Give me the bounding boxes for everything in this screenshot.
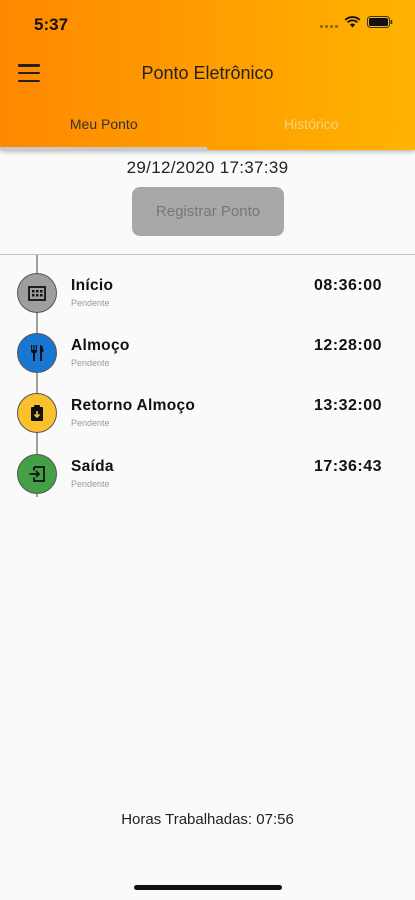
tab-historico[interactable]: Histórico xyxy=(208,104,415,150)
timeline-entry-almoco: Almoço Pendente 12:28:00 xyxy=(0,333,415,393)
status-icons xyxy=(320,16,393,28)
entry-status: Pendente xyxy=(71,479,110,489)
exit-icon xyxy=(17,454,57,494)
entry-status: Pendente xyxy=(71,358,110,368)
tab-indicator xyxy=(0,147,207,150)
battery-icon xyxy=(367,16,393,28)
entry-label: Início xyxy=(71,277,114,294)
entry-label: Retorno Almoço xyxy=(71,397,196,414)
worked-hours: Horas Trabalhadas: 07:56 xyxy=(121,811,294,828)
restaurant-icon xyxy=(17,333,57,373)
register-button[interactable]: Registrar Ponto xyxy=(132,187,284,236)
timeline-entry-inicio: Início Pendente 08:36:00 xyxy=(0,273,415,333)
timeline-entry-saida: Saída Pendente 17:36:43 xyxy=(0,454,415,514)
entry-time: 08:36:00 xyxy=(313,277,382,294)
page-title: Ponto Eletrônico xyxy=(141,63,274,83)
tab-meu-ponto[interactable]: Meu Ponto xyxy=(0,104,208,150)
entry-status: Pendente xyxy=(71,298,110,308)
timeline-entry-retorno-almoco: Retorno Almoço Pendente 13:32:00 xyxy=(0,393,415,453)
status-time: 5:37 xyxy=(34,15,69,34)
entry-status: Pendente xyxy=(71,418,110,428)
entry-time: 13:32:00 xyxy=(313,397,382,414)
signal-icon xyxy=(320,16,338,28)
wifi-icon xyxy=(344,16,361,28)
entry-label: Saída xyxy=(71,458,114,475)
divider xyxy=(0,254,415,255)
clipboard-icon xyxy=(17,393,57,433)
home-indicator[interactable] xyxy=(134,885,282,890)
entry-label: Almoço xyxy=(71,337,130,354)
app-bar: 5:37 Ponto Eletrônico Meu Ponto Históric… xyxy=(0,0,415,150)
tab-bar: Meu Ponto Histórico xyxy=(0,104,415,150)
entry-time: 17:36:43 xyxy=(313,458,382,475)
entry-time: 12:28:00 xyxy=(313,337,382,354)
building-icon xyxy=(17,273,57,313)
current-datetime: 29/12/2020 17:37:39 xyxy=(126,158,289,177)
